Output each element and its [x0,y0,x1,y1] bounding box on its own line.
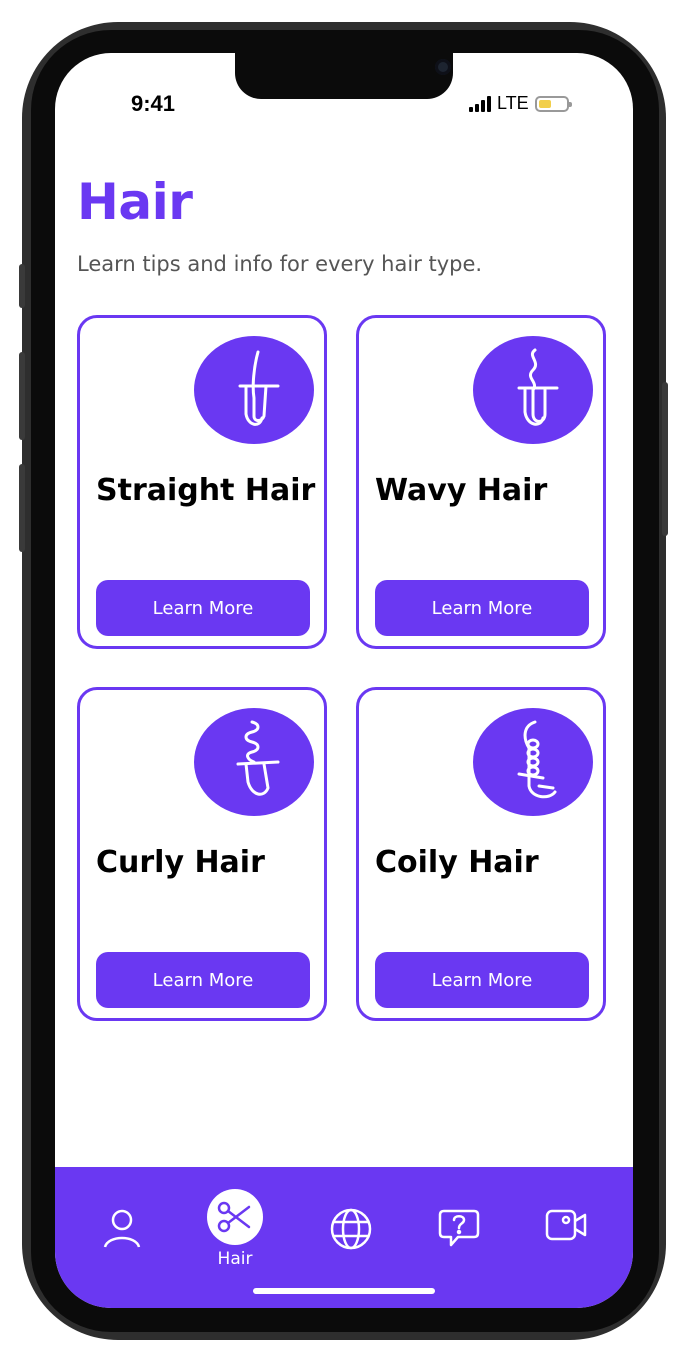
card-curly-hair: Curly Hair Learn More [77,687,327,1021]
wavy-hair-icon [473,336,593,444]
scissors-icon [217,1201,251,1233]
tab-video[interactable] [526,1187,606,1267]
card-wavy-hair: Wavy Hair Learn More [356,315,606,649]
tab-bar: Hair [55,1167,633,1308]
video-camera-icon [545,1209,587,1241]
coily-hair-icon [473,708,593,816]
card-coily-hair: Coily Hair Learn More [356,687,606,1021]
signal-icon [469,95,491,112]
battery-icon [534,95,572,112]
card-title: Straight Hair [96,473,316,508]
volume-up-button [19,352,25,440]
tab-help[interactable] [419,1187,499,1267]
card-title: Wavy Hair [375,473,548,508]
learn-more-button[interactable]: Learn More [96,952,310,1008]
volume-down-button [19,464,25,552]
learn-more-button[interactable]: Learn More [375,952,589,1008]
card-straight-hair: Straight Hair Learn More [77,315,327,649]
globe-icon [330,1208,372,1250]
straight-hair-icon [194,336,314,444]
page-subtitle: Learn tips and info for every hair type. [77,252,483,276]
tab-hair-label: Hair [217,1249,253,1269]
status-indicators: LTE [469,93,572,114]
curly-hair-icon [194,708,314,816]
page-title: Hair [77,173,193,231]
status-time: 9:41 [131,91,176,116]
front-camera [435,59,451,75]
tab-explore[interactable] [311,1187,391,1267]
screen: 9:41 LTE Hair Learn tips and info for ev… [55,53,633,1308]
question-chat-icon [438,1209,480,1247]
network-label: LTE [497,93,529,113]
mute-switch [19,264,25,308]
tab-hair[interactable] [207,1189,263,1245]
power-button [662,382,668,536]
notch [235,53,453,99]
person-icon [103,1209,141,1248]
learn-more-button[interactable]: Learn More [96,580,310,636]
card-title: Curly Hair [96,845,265,880]
learn-more-button[interactable]: Learn More [375,580,589,636]
home-indicator [253,1288,435,1294]
tab-profile[interactable] [82,1187,162,1267]
card-title: Coily Hair [375,845,539,880]
